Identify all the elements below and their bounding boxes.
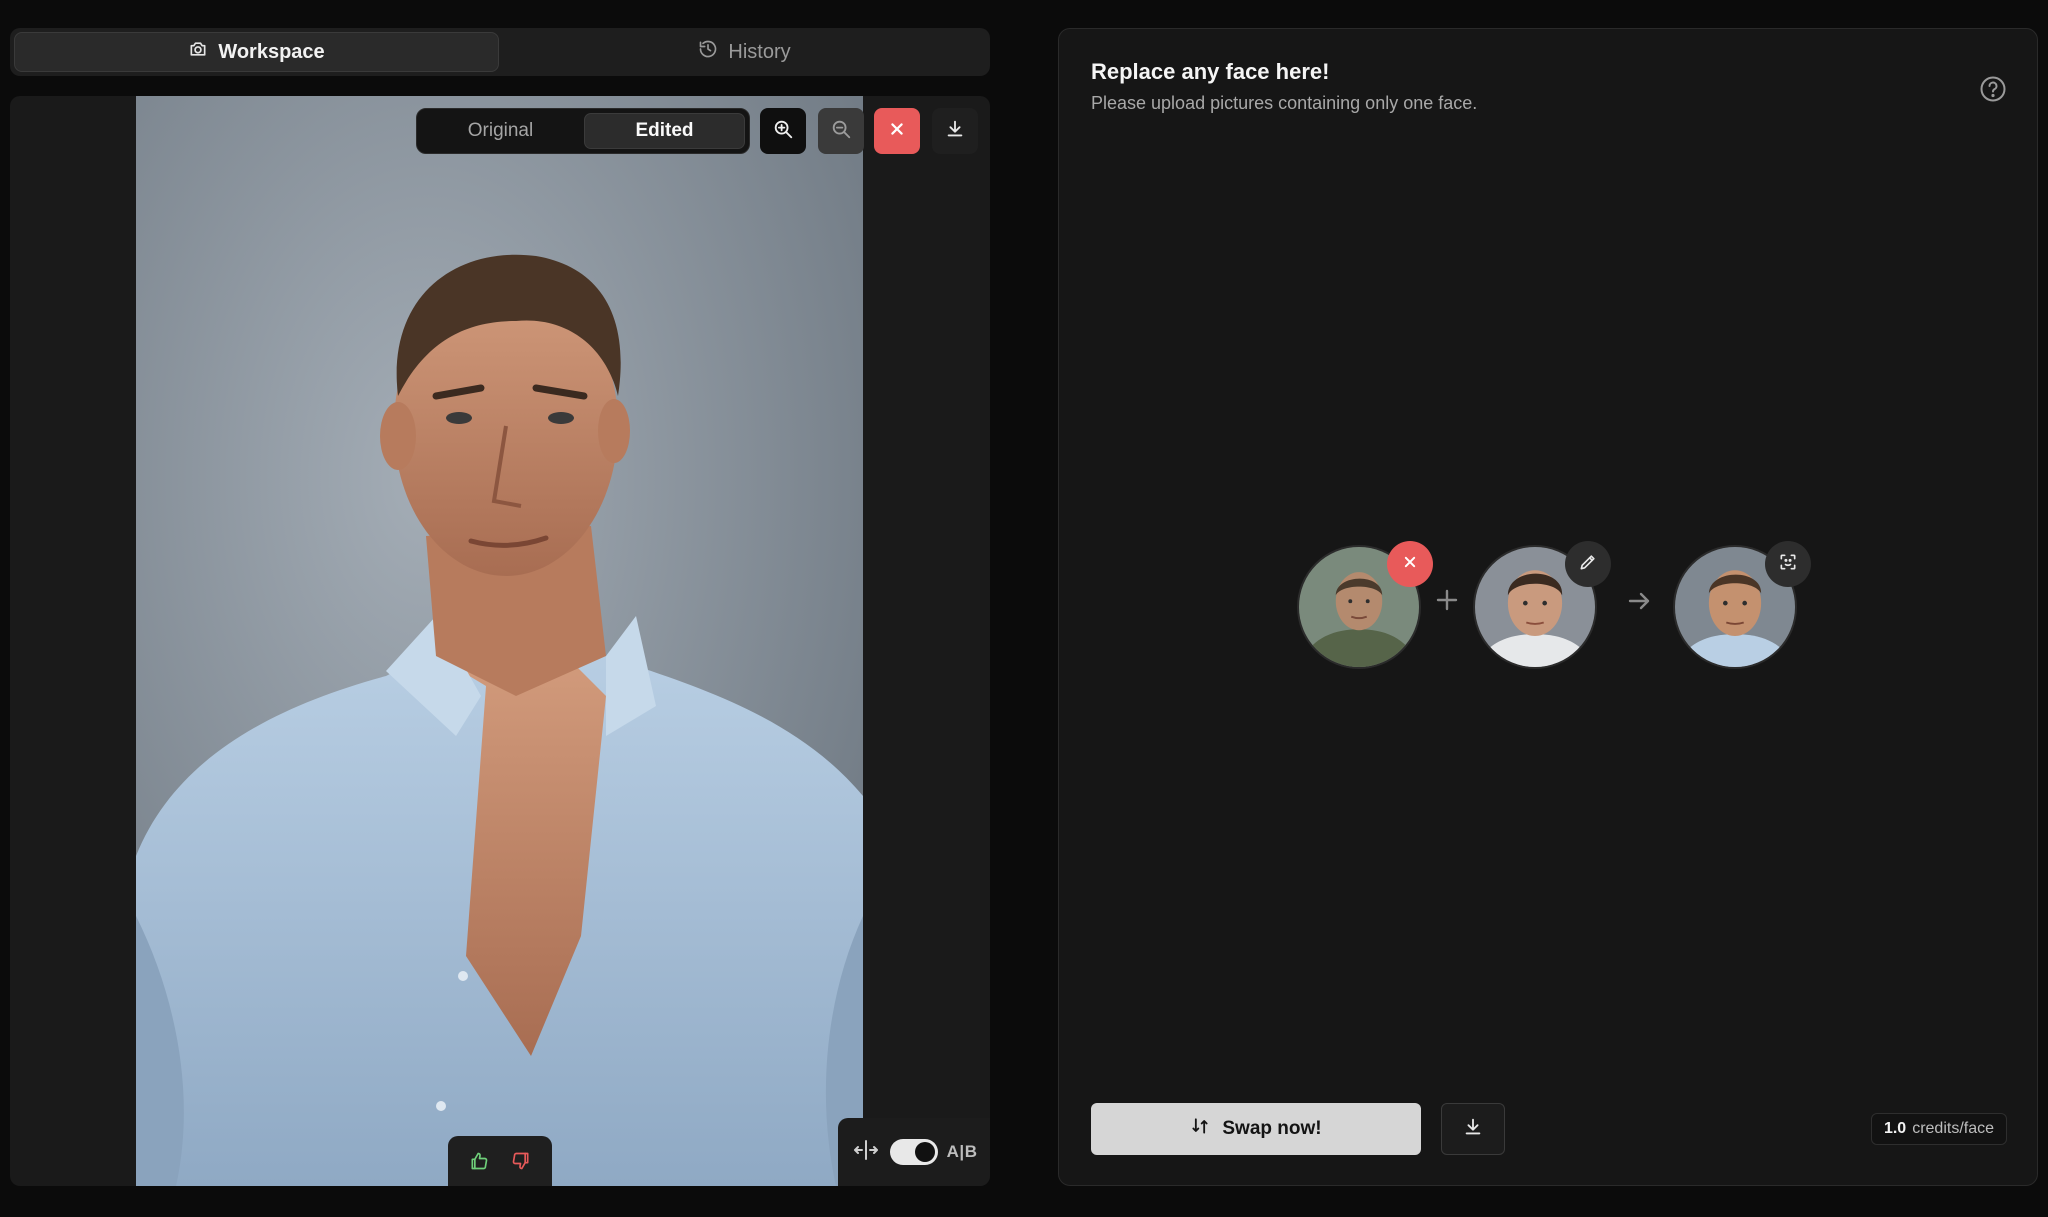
face-scan-button[interactable] <box>1765 541 1811 587</box>
credits-unit: credits/face <box>1912 1120 1994 1137</box>
feedback-bar <box>448 1136 552 1186</box>
tab-workspace[interactable]: Workspace <box>14 32 499 72</box>
close-icon <box>886 118 908 145</box>
ab-compare-bar: A|B <box>838 1118 990 1186</box>
ab-label: A|B <box>946 1142 978 1161</box>
history-icon <box>698 39 718 65</box>
original-button[interactable]: Original <box>421 113 580 149</box>
close-icon <box>1400 552 1420 577</box>
zoom-in-button[interactable] <box>760 108 806 154</box>
arrow-right-icon <box>1625 585 1653 624</box>
edited-button[interactable]: Edited <box>584 113 745 149</box>
edit-target-button[interactable] <box>1565 541 1611 587</box>
zoom-out-button[interactable] <box>818 108 864 154</box>
original-edited-toggle: Original Edited <box>416 108 750 154</box>
tab-history[interactable]: History <box>503 32 986 72</box>
panel-subtitle: Please upload pictures containing only o… <box>1091 93 1478 113</box>
help-button[interactable] <box>1979 75 2007 103</box>
camera-icon <box>188 39 208 65</box>
image-editor: Original Edited A|B <box>10 96 990 1186</box>
face-scan-icon <box>1778 552 1798 577</box>
pencil-icon <box>1578 552 1598 577</box>
tab-history-label: History <box>728 40 791 63</box>
download-result-button[interactable] <box>1441 1103 1505 1155</box>
download-icon <box>1462 1116 1484 1143</box>
thumbs-up-icon[interactable] <box>469 1151 489 1171</box>
credits-badge: 1.0 credits/face <box>1870 1113 2007 1145</box>
ab-toggle-switch[interactable] <box>889 1139 938 1165</box>
remove-source-button[interactable] <box>1387 541 1433 587</box>
panel-title: Replace any face here! <box>1091 59 1330 84</box>
swap-icon <box>1190 1116 1210 1142</box>
help-icon <box>1979 76 2007 107</box>
view-tabs: Workspace History <box>10 28 990 76</box>
swap-now-label: Swap now! <box>1222 1118 1322 1139</box>
discard-button[interactable] <box>874 108 920 154</box>
download-image-button[interactable] <box>932 108 978 154</box>
edited-photo <box>136 96 863 1186</box>
tab-workspace-label: Workspace <box>218 40 325 63</box>
zoom-out-icon <box>830 118 852 145</box>
face-swap-panel: Replace any face here! Please upload pic… <box>1058 28 2038 1186</box>
split-view-icon[interactable] <box>851 1139 881 1166</box>
zoom-in-icon <box>772 118 794 145</box>
thumbs-down-icon[interactable] <box>511 1151 531 1171</box>
swap-now-button[interactable]: Swap now! <box>1091 1103 1421 1155</box>
download-icon <box>944 118 966 145</box>
credits-value: 1.0 <box>1883 1120 1907 1137</box>
plus-icon <box>1433 584 1461 623</box>
